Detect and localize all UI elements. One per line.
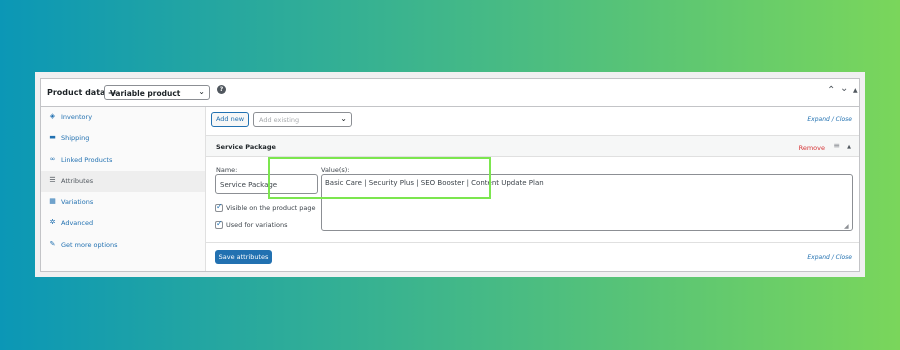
tab-label: Variations <box>61 198 94 207</box>
expand-down-icon[interactable]: ⌄ <box>840 83 848 94</box>
tab-label: Get more options <box>61 240 118 249</box>
tab-label: Inventory <box>61 113 93 121</box>
tab-label: Advanced <box>61 219 94 228</box>
expand-close-link[interactable]: Expand / Close <box>807 116 852 123</box>
expand-close-link[interactable]: Expand / Close <box>807 254 852 261</box>
product-type-value: Variable product <box>110 89 181 98</box>
tab-linked-products[interactable]: ∞ Linked Products <box>41 150 205 171</box>
used-for-variations-label: Used for variations <box>226 221 288 229</box>
tab-label: Linked Products <box>61 155 113 164</box>
resize-handle-icon[interactable]: ◢ <box>844 223 849 230</box>
inventory-icon: ◈ <box>49 112 56 120</box>
attributes-footer: Save attributes Expand / Close <box>206 242 859 271</box>
toggle-icon[interactable]: ▲ <box>853 87 858 94</box>
panel-header: Product data — Variable product ⌄ ? ⌃ ⌄ … <box>41 79 859 107</box>
list-icon: ☰ <box>49 175 56 184</box>
save-attributes-button[interactable]: Save attributes <box>215 250 272 264</box>
visible-on-product-page-checkbox[interactable]: ✓ <box>215 202 223 212</box>
gear-icon: ✲ <box>49 218 56 227</box>
check-icon: ✓ <box>216 202 223 211</box>
product-data-tabs: ◈ Inventory ▬ Shipping ∞ Linked Products… <box>41 107 206 271</box>
product-type-select[interactable]: Variable product ⌄ <box>104 85 210 100</box>
attribute-header[interactable]: Service Package Remove ≡ ▲ <box>206 135 859 157</box>
add-existing-placeholder: Add existing <box>259 116 300 124</box>
truck-icon: ▬ <box>49 133 56 142</box>
collapse-up-icon[interactable]: ▲ <box>847 144 851 150</box>
remove-link[interactable]: Remove <box>799 144 825 152</box>
tab-variations[interactable]: ▦ Variations <box>41 192 205 213</box>
name-label: Name: <box>216 166 238 174</box>
tab-label: Attributes <box>61 176 94 185</box>
add-existing-select[interactable]: Add existing ⌄ <box>253 112 352 127</box>
attribute-title: Service Package <box>216 143 276 151</box>
tab-label: Shipping <box>61 134 90 143</box>
tab-inventory[interactable]: ◈ Inventory <box>41 107 205 128</box>
values-highlight-box <box>268 157 491 199</box>
plugin-icon: ✎ <box>49 239 56 248</box>
add-new-button[interactable]: Add new <box>211 112 249 127</box>
tab-get-more-options[interactable]: ✎ Get more options <box>41 235 205 256</box>
tab-shipping[interactable]: ▬ Shipping <box>41 128 205 149</box>
check-icon: ✓ <box>216 219 223 228</box>
drag-handle-icon[interactable]: ≡ <box>833 141 840 150</box>
collapse-up-icon[interactable]: ⌃ <box>827 85 835 96</box>
question-icon[interactable]: ? <box>217 85 226 94</box>
tab-attributes[interactable]: ☰ Attributes <box>41 170 205 193</box>
chevron-down-icon: ⌄ <box>198 87 205 96</box>
tab-advanced[interactable]: ✲ Advanced <box>41 213 205 234</box>
chevron-down-icon: ⌄ <box>340 114 347 123</box>
visible-on-product-page-label: Visible on the product page <box>226 204 316 212</box>
link-icon: ∞ <box>49 154 56 163</box>
grid-icon: ▦ <box>49 197 56 206</box>
used-for-variations-checkbox[interactable]: ✓ <box>215 219 223 229</box>
